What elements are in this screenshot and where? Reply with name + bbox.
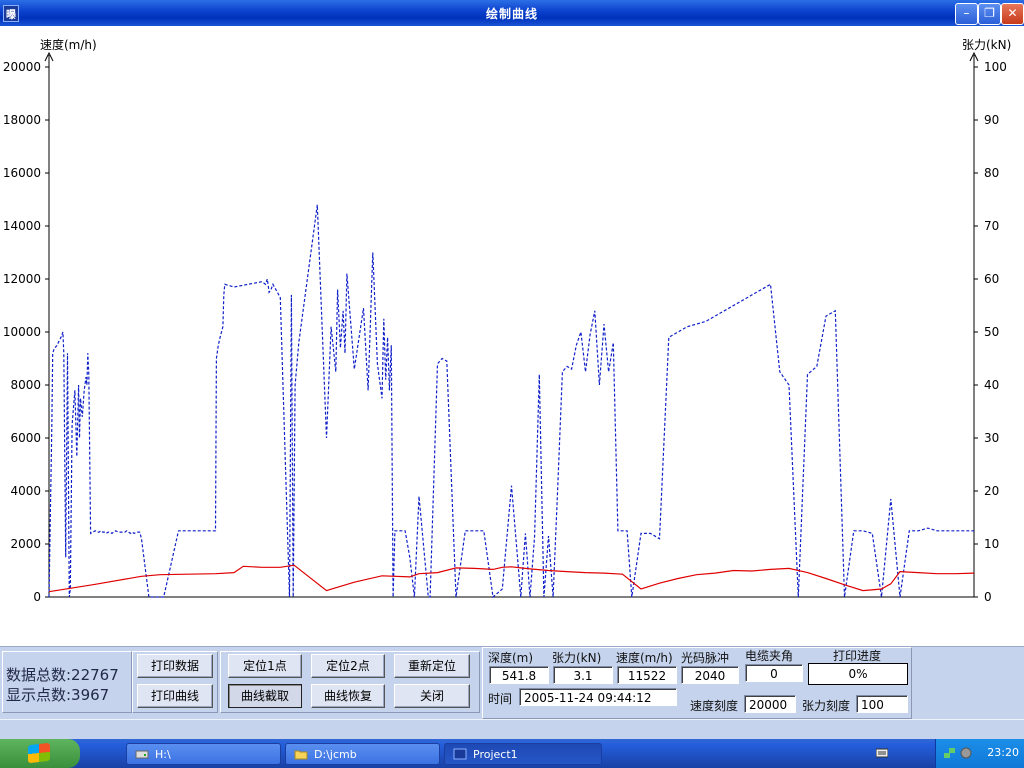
app-icon [453, 748, 467, 760]
tension-scale-label: 张力刻度 [802, 699, 851, 713]
left-tick-label: 18000 [3, 113, 41, 127]
cable-angle-label: 电缆夹角 [745, 649, 794, 663]
minimize-button[interactable]: – [955, 3, 978, 25]
status-bar [0, 719, 1024, 740]
restore-button[interactable]: ❐ [978, 3, 1001, 25]
close-window-button[interactable]: ✕ [1001, 3, 1024, 25]
title-bar[interactable]: 曝 绘制曲线 – ❐ ✕ [0, 0, 1024, 26]
taskbar: H:\ D:\jcmb Project1 23:20 [0, 739, 1024, 768]
pulse-field[interactable]: 2040 [681, 666, 739, 684]
cable-angle-field[interactable]: 0 [745, 664, 803, 682]
network-icon[interactable] [944, 747, 956, 759]
right-tick-label: 10 [984, 537, 999, 551]
left-tick-label: 14000 [3, 219, 41, 233]
relocate-button[interactable]: 重新定位 [394, 654, 470, 678]
chart-area[interactable]: 速度(m/h) 张力(kN) 0 2000 4000 6000 8000 10000 120… [0, 26, 1024, 646]
right-tick-label: 100 [984, 60, 1007, 74]
folder-icon [294, 750, 308, 760]
locate-point2-button[interactable]: 定位2点 [311, 654, 385, 678]
speed-series-line [48, 204, 974, 599]
time-field[interactable]: 2005-11-24 09:44:12 [519, 688, 677, 706]
windows-logo-icon [28, 742, 50, 764]
close-button[interactable]: 关闭 [394, 684, 470, 708]
speed-field[interactable]: 11522 [617, 666, 677, 684]
start-button[interactable] [0, 739, 80, 768]
curve-cut-button[interactable]: 曲线截取 [228, 684, 302, 708]
left-tick-label: 0 [33, 590, 41, 604]
taskbar-item-label: D:\jcmb [314, 748, 357, 761]
print-curve-button[interactable]: 打印曲线 [137, 684, 213, 708]
print-progress-bar: 0% [808, 663, 908, 685]
taskbar-item-label: Project1 [473, 748, 518, 761]
depth-field[interactable]: 541.8 [489, 666, 549, 684]
time-label: 时间 [488, 692, 513, 706]
speed-label: 速度(m/h) [616, 651, 673, 665]
locate-point1-button[interactable]: 定位1点 [228, 654, 302, 678]
right-tick-label: 0 [984, 590, 992, 604]
right-tick-label: 20 [984, 484, 999, 498]
volume-icon[interactable] [960, 747, 972, 759]
drive-icon [135, 750, 149, 759]
taskbar-item-label: H:\ [155, 748, 171, 761]
left-tick-label: 10000 [3, 325, 41, 339]
pulse-label: 光码脉冲 [681, 651, 730, 665]
left-tick-label: 8000 [10, 378, 41, 392]
left-tick-label: 6000 [10, 431, 41, 445]
speed-scale-label: 速度刻度 [690, 699, 739, 713]
left-tick-label: 12000 [3, 272, 41, 286]
taskbar-item-jcmb-folder[interactable]: D:\jcmb [285, 743, 440, 765]
speed-scale-field[interactable]: 20000 [744, 695, 796, 713]
curve-restore-button[interactable]: 曲线恢复 [311, 684, 385, 708]
taskbar-item-h-drive[interactable]: H:\ [126, 743, 281, 765]
line-chart: 0 2000 4000 6000 8000 10000 12000 14000 16000 180… [3, 51, 1007, 604]
left-tick-label: 4000 [10, 484, 41, 498]
tension-scale-field[interactable]: 100 [856, 695, 908, 713]
right-tick-label: 80 [984, 166, 999, 180]
right-tick-label: 50 [984, 325, 999, 339]
right-tick-label: 60 [984, 272, 999, 286]
clock[interactable]: 23:20 [987, 746, 1019, 759]
data-total-label: 数据总数:22767 [6, 666, 119, 684]
tension-series-line [48, 564, 975, 593]
right-tick-label: 90 [984, 113, 999, 127]
right-tick-label: 30 [984, 431, 999, 445]
right-tick-label: 40 [984, 378, 999, 392]
tension-field[interactable]: 3.1 [553, 666, 613, 684]
left-tick-label: 16000 [3, 166, 41, 180]
tension-label: 张力(kN) [552, 651, 602, 665]
print-progress-label: 打印进度 [833, 649, 882, 663]
left-tick-label: 2000 [10, 537, 41, 551]
right-tick-label: 70 [984, 219, 999, 233]
display-points-label: 显示点数:3967 [6, 686, 110, 704]
system-tray: 23:20 [935, 739, 1024, 768]
left-tick-label: 20000 [3, 60, 41, 74]
depth-label: 深度(m) [488, 651, 534, 665]
window-title: 绘制曲线 [485, 7, 538, 21]
print-data-button[interactable]: 打印数据 [137, 654, 213, 678]
taskbar-item-project1[interactable]: Project1 [444, 743, 602, 765]
keyboard-icon[interactable] [876, 747, 888, 759]
